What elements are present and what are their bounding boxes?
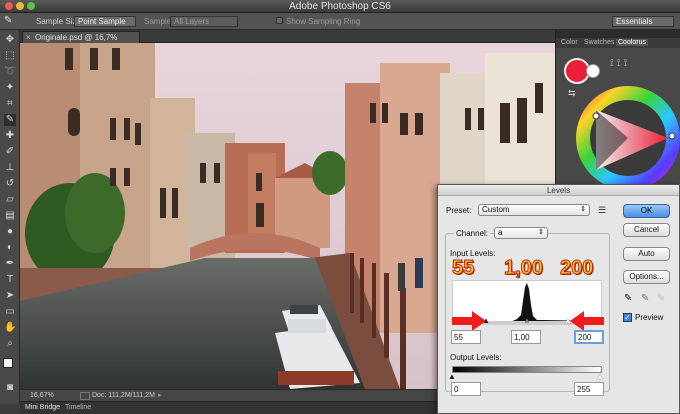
channel-select[interactable]: a ⇕	[494, 227, 548, 239]
harmony-icons[interactable]: ⟟⟟⟟	[610, 58, 630, 69]
hand-tool-icon[interactable]: ✋	[4, 322, 16, 334]
path-selection-tool-icon[interactable]: ➤	[4, 290, 16, 302]
color-panel-tabs: Color Swatches Coolorus	[556, 38, 680, 48]
eyedropper-tool-preset-icon[interactable]: ✎	[4, 15, 20, 27]
preset-select-value: Custom	[482, 205, 510, 214]
input-gamma-field[interactable]	[511, 330, 541, 344]
input-white-field[interactable]	[574, 330, 604, 344]
levels-dialog: Levels Preset: Custom ⇕ ☰ Channel: a ⇕ I…	[437, 184, 680, 414]
annotation-mid: 1,00	[504, 257, 544, 280]
tab-mini-bridge[interactable]: Mini Bridge	[25, 404, 60, 411]
tools-panel: ✥ ⬚ ➰ ✦ ⌗ ✎ ✚ ✐ ⊥ ↺ ▱ ▤ ● ◐ ✒ T ➤ ▭ ✋ ⌕ …	[0, 30, 20, 404]
red-arrow-right-icon	[452, 311, 486, 331]
lasso-tool-icon[interactable]: ➰	[4, 66, 16, 78]
chevron-down-icon: ⇕	[538, 229, 544, 236]
brush-tool-icon[interactable]: ✐	[4, 146, 16, 158]
zoom-level[interactable]: 16,67%	[30, 392, 54, 399]
preset-options-icon[interactable]: ☰	[598, 205, 606, 216]
levels-dialog-title: Levels	[438, 185, 679, 196]
annotation-black: 55	[451, 257, 475, 280]
sample-size-select[interactable]: Point Sample	[74, 16, 136, 27]
zoom-tool-icon[interactable]: ⌕	[4, 338, 16, 350]
clone-stamp-tool-icon[interactable]: ⊥	[4, 162, 16, 174]
channel-select-value: a	[498, 228, 503, 237]
eraser-tool-icon[interactable]: ▱	[4, 194, 16, 206]
auto-button[interactable]: Auto	[623, 247, 670, 261]
healing-brush-tool-icon[interactable]: ✚	[4, 130, 16, 142]
blur-tool-icon[interactable]: ●	[4, 226, 16, 238]
close-document-icon[interactable]: ×	[26, 32, 31, 43]
tab-coolorus[interactable]: Coolorus	[616, 39, 649, 46]
tab-color[interactable]: Color	[561, 39, 578, 46]
black-eyedropper-icon[interactable]: ✎	[624, 293, 632, 304]
preset-select[interactable]: Custom ⇕	[478, 204, 590, 216]
output-levels-label: Output Levels:	[450, 353, 502, 362]
red-arrow-left-icon	[570, 311, 604, 331]
cancel-button[interactable]: Cancel	[623, 223, 670, 237]
move-tool-icon[interactable]: ✥	[4, 34, 16, 46]
rectangle-tool-icon[interactable]: ▭	[4, 306, 16, 318]
gradient-tool-icon[interactable]: ▤	[4, 210, 16, 222]
show-sampling-ring-label: Show Sampling Ring	[286, 17, 361, 26]
status-icon[interactable]	[80, 392, 90, 400]
output-black-field[interactable]	[451, 382, 481, 396]
pen-tool-icon[interactable]: ✒	[4, 258, 16, 270]
status-menu-arrow-icon[interactable]: ▸	[158, 391, 162, 399]
output-gradient-bar	[452, 366, 602, 373]
marquee-tool-icon[interactable]: ⬚	[4, 50, 16, 62]
preview-label: Preview	[635, 313, 664, 322]
crop-tool-icon[interactable]: ⌗	[4, 98, 16, 110]
show-sampling-ring-checkbox[interactable]	[276, 17, 283, 24]
ok-button[interactable]: OK	[623, 204, 670, 218]
preset-label: Preset:	[446, 206, 472, 215]
annotation-white: 200	[559, 257, 594, 280]
white-eyedropper-icon[interactable]: ✎	[657, 293, 665, 304]
color-wheel[interactable]	[568, 80, 680, 190]
sample-select[interactable]: All Layers	[170, 16, 238, 27]
quick-mask-icon[interactable]: ◙	[4, 382, 16, 394]
type-tool-icon[interactable]: T	[4, 274, 16, 286]
foreground-color-swatch[interactable]	[3, 358, 13, 368]
title-bar: Adobe Photoshop CS6	[0, 0, 680, 13]
options-bar: ✎ Sample Size: Point Sample Sample: All …	[0, 13, 680, 30]
window-title: Adobe Photoshop CS6	[289, 1, 391, 12]
document-size-info: Doc: 111,2M/111,2M	[92, 392, 155, 399]
document-tab[interactable]: × Originale.psd @ 16,7% (a/16) *	[22, 31, 140, 53]
tab-timeline[interactable]: Timeline	[65, 404, 91, 411]
output-black-slider[interactable]: ▲	[448, 372, 456, 381]
gamma-slider[interactable]: ▲	[523, 316, 531, 325]
sample-label: Sample:	[144, 17, 174, 26]
workspace-select[interactable]: Essentials	[612, 16, 674, 27]
tab-swatches[interactable]: Swatches	[584, 39, 614, 46]
options-button[interactable]: Options...	[623, 270, 670, 284]
output-white-slider[interactable]: ▲	[596, 372, 604, 381]
preview-checkbox[interactable]: ✓	[623, 313, 632, 322]
quick-select-tool-icon[interactable]: ✦	[4, 82, 16, 94]
dodge-tool-icon[interactable]: ◐	[4, 242, 16, 254]
history-brush-tool-icon[interactable]: ↺	[4, 178, 16, 190]
gray-eyedropper-icon[interactable]: ✎	[641, 293, 649, 304]
channel-label: Channel:	[454, 229, 491, 238]
output-white-field[interactable]	[574, 382, 604, 396]
document-tab-bar: × Originale.psd @ 16,7% (a/16) *	[20, 30, 555, 53]
chevron-down-icon: ⇕	[580, 206, 586, 213]
eyedropper-tool-icon[interactable]: ✎	[4, 114, 16, 126]
background-color-circle[interactable]	[586, 64, 600, 78]
panel-dock-header	[556, 30, 680, 38]
input-black-field[interactable]	[451, 330, 481, 344]
